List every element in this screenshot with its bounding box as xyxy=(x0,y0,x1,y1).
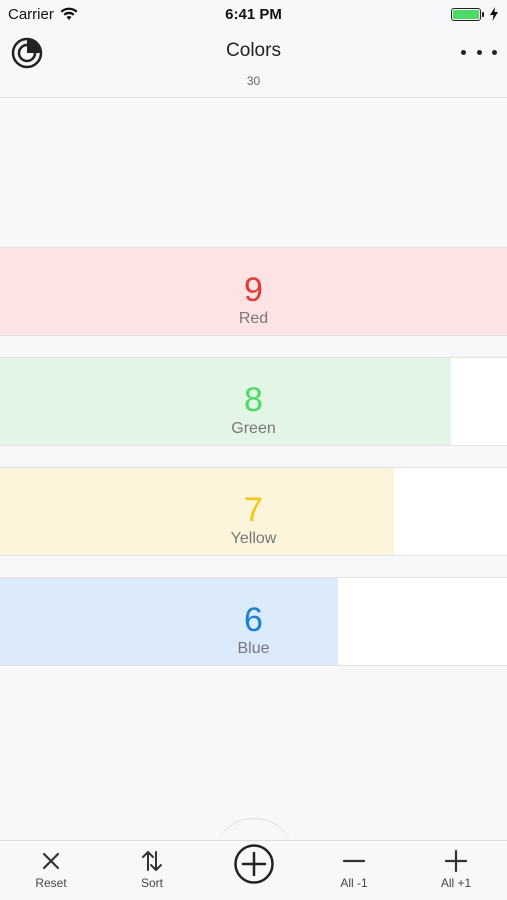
all-minus-label: All -1 xyxy=(340,876,368,890)
counter-row-red[interactable]: 9 Red xyxy=(0,247,507,336)
reset-label: Reset xyxy=(35,876,67,890)
counter-row-blue[interactable]: 6 Blue xyxy=(0,577,507,666)
sort-button[interactable]: Sort xyxy=(112,840,192,900)
counter-row-green[interactable]: 8 Green xyxy=(0,357,507,446)
page-title: Colors xyxy=(226,40,281,61)
plus-icon xyxy=(444,850,468,872)
all-minus-button[interactable]: All -1 xyxy=(314,840,394,900)
status-bar: Carrier 6:41 PM xyxy=(0,0,507,28)
counter-value: 6 xyxy=(244,601,263,639)
counter-row-yellow[interactable]: 7 Yellow xyxy=(0,467,507,556)
counter-content: 6 Blue xyxy=(0,578,507,665)
more-dot xyxy=(461,49,466,55)
counter-content: 7 Yellow xyxy=(0,468,507,555)
all-plus-label: All +1 xyxy=(440,876,472,890)
more-dot xyxy=(476,49,482,55)
carrier-label: Carrier xyxy=(8,5,54,23)
battery-level xyxy=(453,9,479,19)
counter-label: Green xyxy=(231,420,276,437)
status-right xyxy=(451,7,499,21)
charging-bolt-icon xyxy=(490,7,498,21)
reset-button[interactable]: Reset xyxy=(11,840,91,900)
close-icon xyxy=(42,852,60,870)
nav-bar: Colors 30 xyxy=(0,28,507,98)
wifi-icon xyxy=(60,7,78,20)
counter-value: 8 xyxy=(244,381,263,419)
counter-label: Yellow xyxy=(230,530,277,547)
counter-content: 9 Red xyxy=(0,248,507,335)
counter-content: 8 Green xyxy=(0,358,507,445)
counter-label: Blue xyxy=(237,640,270,657)
more-icon[interactable] xyxy=(461,38,497,66)
counter-value: 9 xyxy=(244,271,263,309)
status-left: Carrier xyxy=(8,6,78,23)
all-plus-button[interactable]: All +1 xyxy=(416,840,496,900)
counter-label: Red xyxy=(238,310,269,327)
plus-circle-icon[interactable] xyxy=(232,842,276,886)
sort-label: Sort xyxy=(140,876,163,890)
battery-icon xyxy=(451,7,484,21)
minus-icon xyxy=(342,859,366,863)
sort-icon xyxy=(142,851,162,871)
total-count: 30 xyxy=(246,74,261,88)
counter-value: 7 xyxy=(244,491,263,529)
more-dot xyxy=(492,49,497,55)
